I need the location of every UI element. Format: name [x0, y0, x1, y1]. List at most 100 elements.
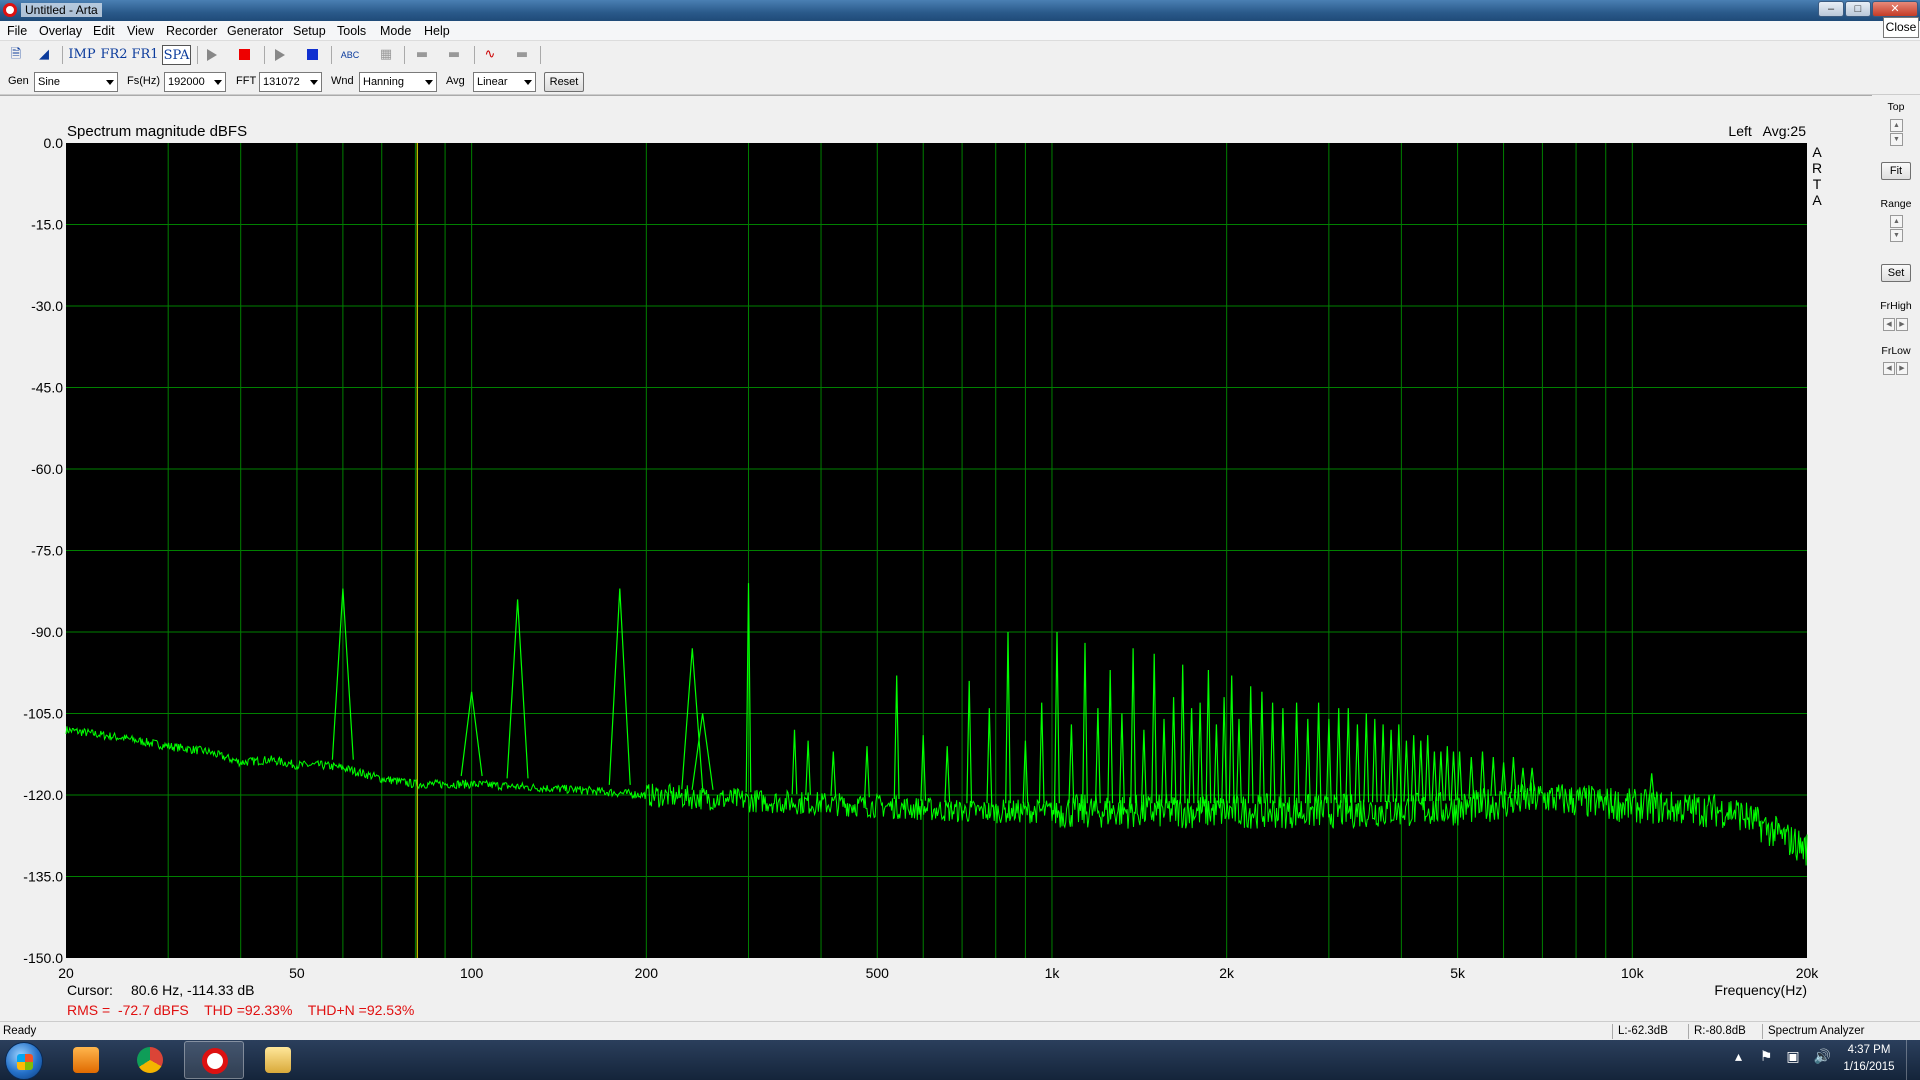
- menu-file[interactable]: File: [7, 24, 27, 38]
- top-down-spinner[interactable]: ▼: [1890, 133, 1903, 146]
- frhigh-right-spinner[interactable]: ▶: [1896, 318, 1908, 331]
- spectrum-plot-panel: 0.0 -15.0 -30.0 -45.0 -60.0 -75.0 -90.0 -105.0 -…: [0, 95, 1872, 1021]
- reset-button[interactable]: Reset: [544, 72, 584, 92]
- arta-icon: [202, 1048, 228, 1074]
- parameter-bar: Gen Sine Fs(Hz) 192000 FFT 131072 Wnd Ha…: [0, 69, 1920, 95]
- y-tick-label: -90.0: [31, 624, 63, 640]
- fr2-mode-button[interactable]: FR2: [100, 45, 128, 65]
- generator-select[interactable]: Sine: [34, 72, 118, 92]
- volume-icon[interactable]: 🔊: [1814, 1048, 1831, 1064]
- close-button[interactable]: ✕: [1872, 1, 1918, 17]
- taskbar-media-player[interactable]: [56, 1041, 116, 1079]
- left-level: L:-62.3dB: [1618, 1025, 1668, 1037]
- window-select[interactable]: Hanning: [359, 72, 437, 92]
- new-file-icon[interactable]: 🗎: [4, 45, 28, 65]
- range-label: Range: [1880, 198, 1912, 210]
- brand-letter: T: [1813, 176, 1822, 192]
- x-axis-label: Frequency(Hz): [1714, 982, 1807, 998]
- open-file-icon[interactable]: ◢: [32, 45, 56, 65]
- slider-icon[interactable]: ▬: [410, 45, 434, 65]
- arta-app-icon[interactable]: [3, 3, 17, 17]
- start-button[interactable]: [5, 1042, 43, 1080]
- range-up-spinner[interactable]: ▲: [1890, 215, 1903, 228]
- abc-icon[interactable]: ABC: [336, 45, 364, 65]
- menu-mode[interactable]: Mode: [380, 24, 411, 38]
- minimize-button[interactable]: –: [1818, 1, 1844, 17]
- network-icon[interactable]: ▣: [1786, 1048, 1799, 1064]
- y-tick-label: -30.0: [31, 298, 63, 314]
- wnd-label: Wnd: [331, 75, 354, 87]
- show-desktop-button[interactable]: [1906, 1040, 1920, 1080]
- y-tick-label: -60.0: [31, 461, 63, 477]
- menu-overlay[interactable]: Overlay: [39, 24, 82, 38]
- close-tooltip: Close: [1883, 17, 1919, 38]
- frlow-label: FrLow: [1881, 345, 1911, 357]
- windows-logo-icon: [17, 1054, 33, 1070]
- window-title: Untitled - Arta: [21, 3, 102, 17]
- fft-size-value: 131072: [263, 76, 300, 88]
- spectrum-chart[interactable]: 0.0 -15.0 -30.0 -45.0 -60.0 -75.0 -90.0 -105.0 -…: [0, 96, 1872, 1022]
- x-tick-label: 20k: [1796, 965, 1820, 981]
- frlow-right-spinner[interactable]: ▶: [1896, 362, 1908, 375]
- clock-date[interactable]: 1/16/2015: [1838, 1061, 1900, 1073]
- brand-letter: R: [1812, 160, 1822, 176]
- impulse-mode-button[interactable]: IMP: [68, 45, 96, 65]
- spa-mode-button[interactable]: SPA: [162, 45, 191, 65]
- status-separator: [1762, 1024, 1763, 1039]
- x-tick-label: 50: [289, 965, 305, 981]
- taskbar-explorer[interactable]: [248, 1041, 308, 1079]
- system-tray: ▴ ⚑ ▣ 🔊: [1735, 1048, 1831, 1065]
- fr1-mode-button[interactable]: FR1: [131, 45, 159, 65]
- show-hidden-icons-icon[interactable]: ▴: [1735, 1048, 1742, 1064]
- x-tick-label: 100: [460, 965, 484, 981]
- record-stop-icon[interactable]: [300, 45, 324, 65]
- taskbar-chrome[interactable]: [120, 1041, 180, 1079]
- menu-setup[interactable]: Setup: [293, 24, 326, 38]
- averaging-value: Linear: [477, 76, 508, 88]
- right-level: R:-80.8dB: [1694, 1025, 1746, 1037]
- generator-play-icon[interactable]: [200, 45, 224, 65]
- taskbar-arta[interactable]: [184, 1041, 244, 1079]
- set-button[interactable]: Set: [1881, 264, 1911, 282]
- frlow-left-spinner[interactable]: ◀: [1883, 362, 1895, 375]
- menu-view[interactable]: View: [127, 24, 154, 38]
- toolbar-separator: [62, 46, 63, 64]
- plot-title: Spectrum magnitude dBFS: [67, 123, 247, 140]
- status-text: Ready: [3, 1025, 37, 1037]
- record-play-icon[interactable]: [268, 45, 292, 65]
- signal-icon[interactable]: ▬: [510, 45, 534, 65]
- generator-stop-icon[interactable]: [232, 45, 256, 65]
- y-tick-label: -45.0: [31, 380, 63, 396]
- waveform-icon[interactable]: ∿: [478, 45, 502, 65]
- menu-tools[interactable]: Tools: [337, 24, 366, 38]
- toolbar-separator: [331, 46, 332, 64]
- x-tick-label: 200: [635, 965, 659, 981]
- title-bar: Untitled - Arta – □ ✕: [0, 0, 1920, 21]
- top-up-spinner[interactable]: ▲: [1890, 119, 1903, 132]
- y-tick-label: 0.0: [44, 135, 64, 151]
- x-tick-label: 500: [866, 965, 890, 981]
- fit-button[interactable]: Fit: [1881, 162, 1911, 180]
- sample-rate-select[interactable]: 192000: [164, 72, 226, 92]
- menu-recorder[interactable]: Recorder: [166, 24, 217, 38]
- status-bar: Ready L:-62.3dB R:-80.8dB Spectrum Analy…: [0, 1021, 1920, 1040]
- menu-edit[interactable]: Edit: [93, 24, 115, 38]
- frhigh-left-spinner[interactable]: ◀: [1883, 318, 1895, 331]
- fft-size-select[interactable]: 131072: [259, 72, 322, 92]
- range-down-spinner[interactable]: ▼: [1890, 229, 1903, 242]
- clock-time[interactable]: 4:37 PM: [1840, 1044, 1898, 1056]
- action-center-flag-icon[interactable]: ⚑: [1760, 1048, 1773, 1064]
- x-tick-label: 2k: [1219, 965, 1235, 981]
- grid-icon[interactable]: ▦: [374, 45, 398, 65]
- menu-help[interactable]: Help: [424, 24, 450, 38]
- menu-generator[interactable]: Generator: [227, 24, 283, 38]
- toolbar-separator: [540, 46, 541, 64]
- sample-rate-value: 192000: [168, 76, 205, 88]
- media-player-icon: [73, 1047, 99, 1073]
- toolbar-separator: [197, 46, 198, 64]
- mode-indicator: Spectrum Analyzer: [1768, 1025, 1865, 1037]
- maximize-button[interactable]: □: [1845, 1, 1871, 17]
- averaging-select[interactable]: Linear: [473, 72, 536, 92]
- toolbar-separator: [264, 46, 265, 64]
- meter-icon[interactable]: ▬: [442, 45, 466, 65]
